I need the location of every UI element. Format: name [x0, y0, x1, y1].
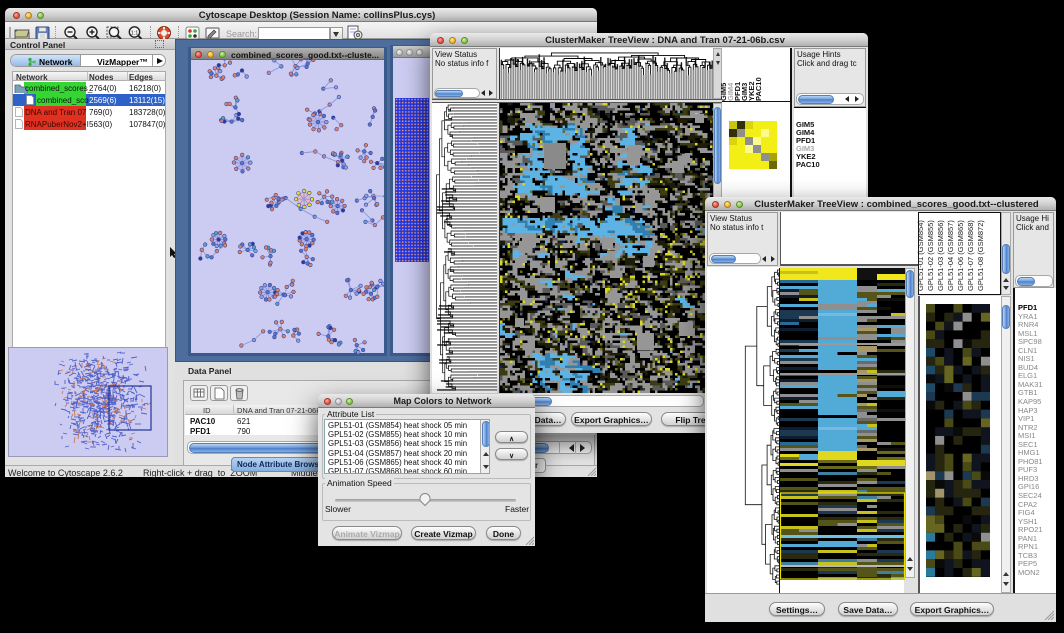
svg-text:1:1: 1:1	[131, 30, 139, 36]
